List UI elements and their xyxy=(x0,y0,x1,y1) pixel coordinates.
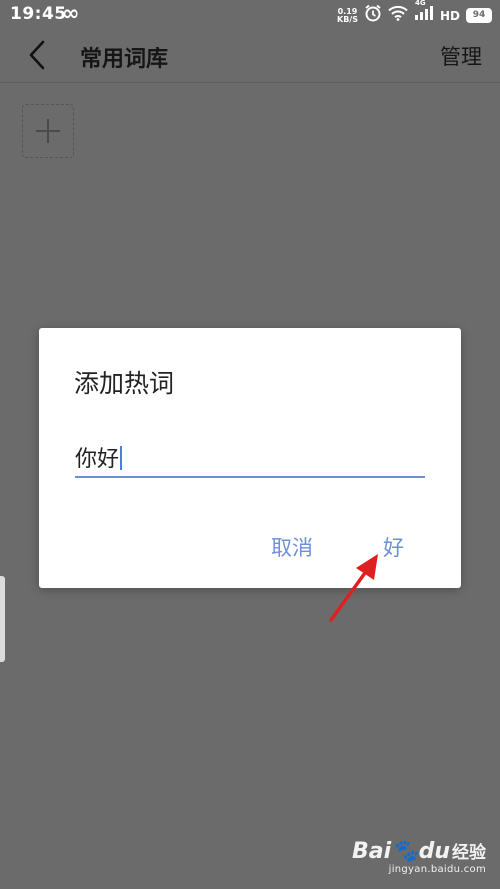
watermark-logo-suffix: du xyxy=(418,839,450,864)
status-time: 19:45 xyxy=(10,4,67,24)
battery-icon: 94 xyxy=(466,8,492,23)
watermark-brand: 经验 xyxy=(452,843,486,863)
hd-badge: HD xyxy=(439,8,460,23)
infinity-icon: ∞ xyxy=(62,1,80,25)
hotword-input-value: 你好 xyxy=(75,447,120,472)
hotword-input[interactable]: 你好 xyxy=(75,438,425,478)
add-word-tile[interactable] xyxy=(22,104,74,158)
app-bar-divider xyxy=(0,82,500,83)
watermark-url: jingyan.baidu.com xyxy=(388,864,486,875)
signal-label: 4G xyxy=(414,0,426,7)
status-icons: 0.19 KB/S 4G HD 94 xyxy=(337,0,492,27)
paw-icon: 🐾 xyxy=(391,839,419,864)
side-drawer-handle[interactable] xyxy=(0,576,5,662)
text-cursor xyxy=(120,446,123,470)
plus-icon xyxy=(36,119,60,143)
manage-button[interactable]: 管理 xyxy=(440,41,482,71)
page-title: 常用词库 xyxy=(80,47,169,72)
app-bar: 常用词库 管理 xyxy=(0,30,500,82)
hotword-input-value-wrap: 你好 xyxy=(75,441,123,473)
back-button[interactable] xyxy=(22,38,56,72)
alarm-icon xyxy=(364,4,382,27)
ok-button[interactable]: 好 xyxy=(383,532,404,562)
watermark-logo: Bai🐾du 经验 xyxy=(352,838,486,864)
add-hotword-dialog: 添加热词 你好 取消 好 xyxy=(39,328,461,588)
annotation-arrow-icon xyxy=(329,554,378,622)
status-bar: 19:45 ∞ 0.19 KB/S 4G HD 94 xyxy=(0,0,500,30)
wifi-icon xyxy=(388,5,408,26)
chevron-left-icon xyxy=(29,40,45,70)
baidu-jingyan-watermark: Bai🐾du 经验 jingyan.baidu.com xyxy=(352,838,486,875)
signal-icon: 4G xyxy=(414,0,434,26)
cancel-button[interactable]: 取消 xyxy=(271,532,313,562)
watermark-logo-text: Bai xyxy=(352,839,392,864)
network-speed: 0.19 KB/S xyxy=(337,7,358,24)
dialog-title: 添加热词 xyxy=(74,369,175,398)
network-speed-unit: KB/S xyxy=(337,14,358,24)
